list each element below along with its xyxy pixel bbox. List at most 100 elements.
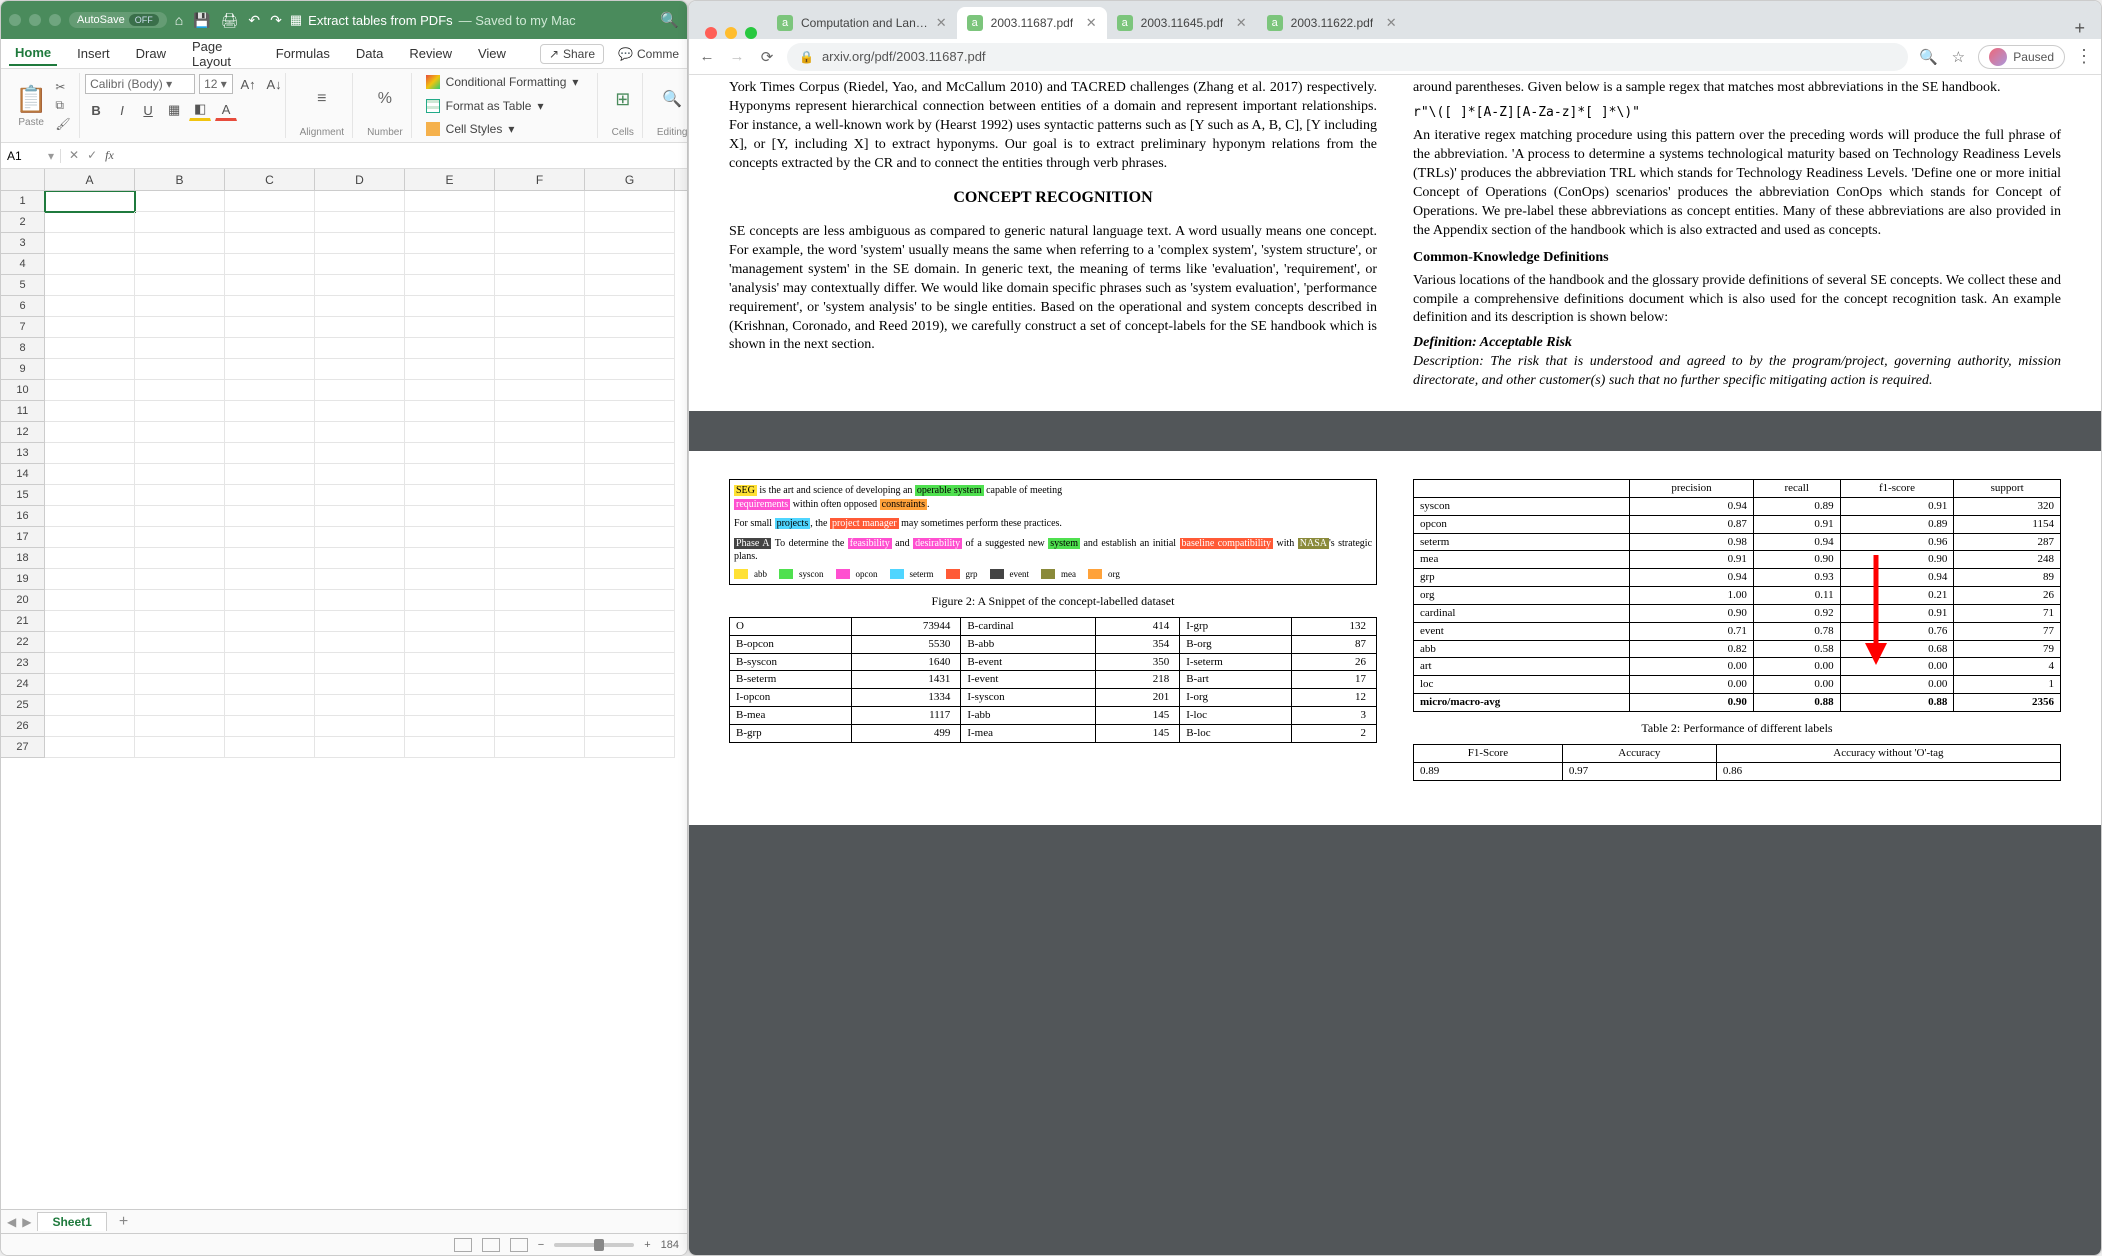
cell[interactable] [495, 674, 585, 695]
cut-icon[interactable]: ✂ [55, 80, 70, 94]
row-header[interactable]: 25 [1, 695, 45, 716]
close-tab-icon[interactable]: ✕ [1086, 15, 1097, 31]
sheet-nav-next-icon[interactable]: ▶ [22, 1215, 31, 1229]
cell[interactable] [405, 632, 495, 653]
row-header[interactable]: 5 [1, 275, 45, 296]
cell[interactable] [135, 191, 225, 212]
cell[interactable] [135, 674, 225, 695]
row-header[interactable]: 14 [1, 464, 45, 485]
cell[interactable] [495, 527, 585, 548]
bold-button[interactable]: B [85, 99, 107, 121]
cell[interactable] [405, 569, 495, 590]
cell[interactable] [405, 674, 495, 695]
column-header[interactable]: F [495, 169, 585, 190]
cell[interactable] [405, 254, 495, 275]
cell[interactable] [315, 464, 405, 485]
cell[interactable] [315, 737, 405, 758]
row-header[interactable]: 18 [1, 548, 45, 569]
zoom-out-icon[interactable]: − [538, 1239, 544, 1251]
cell[interactable] [225, 506, 315, 527]
cell[interactable] [45, 275, 135, 296]
cell[interactable] [405, 485, 495, 506]
column-header[interactable]: A [45, 169, 135, 190]
cell[interactable] [405, 212, 495, 233]
cell[interactable] [45, 338, 135, 359]
cell[interactable] [45, 212, 135, 233]
cell[interactable] [225, 191, 315, 212]
cell[interactable] [585, 653, 675, 674]
cell[interactable] [585, 317, 675, 338]
cell[interactable] [315, 611, 405, 632]
cell[interactable] [405, 737, 495, 758]
cell[interactable] [585, 569, 675, 590]
zoom-icon[interactable] [745, 27, 757, 39]
cell[interactable] [405, 317, 495, 338]
close-icon[interactable] [9, 14, 21, 26]
cell[interactable] [225, 611, 315, 632]
cell[interactable] [405, 716, 495, 737]
cell[interactable] [495, 695, 585, 716]
cell[interactable] [135, 380, 225, 401]
cell[interactable] [135, 296, 225, 317]
cell[interactable] [315, 695, 405, 716]
cell[interactable] [315, 296, 405, 317]
cell[interactable] [315, 212, 405, 233]
cell[interactable] [315, 716, 405, 737]
cell[interactable] [495, 464, 585, 485]
cell[interactable] [495, 380, 585, 401]
row-header[interactable]: 17 [1, 527, 45, 548]
cell[interactable] [495, 443, 585, 464]
cell[interactable] [495, 191, 585, 212]
sheet-tab[interactable]: Sheet1 [37, 1212, 106, 1231]
bookmark-icon[interactable]: ☆ [1948, 48, 1968, 66]
cell[interactable] [585, 527, 675, 548]
cell[interactable] [315, 191, 405, 212]
spreadsheet-grid[interactable]: 1234567891011121314151617181920212223242… [1, 191, 687, 1209]
cell[interactable] [405, 548, 495, 569]
cell[interactable] [495, 317, 585, 338]
cell[interactable] [405, 506, 495, 527]
cell[interactable] [495, 485, 585, 506]
zoom-in-icon[interactable]: + [644, 1239, 650, 1251]
row-header[interactable]: 3 [1, 233, 45, 254]
cell[interactable] [495, 716, 585, 737]
row-header[interactable]: 10 [1, 380, 45, 401]
cell[interactable] [135, 527, 225, 548]
cell[interactable] [135, 506, 225, 527]
page-layout-view-icon[interactable] [482, 1238, 500, 1252]
cell[interactable] [585, 590, 675, 611]
cell[interactable] [315, 380, 405, 401]
cell[interactable] [225, 695, 315, 716]
cell[interactable] [45, 464, 135, 485]
cell[interactable] [495, 653, 585, 674]
cell[interactable] [45, 401, 135, 422]
window-controls[interactable] [695, 27, 767, 39]
cell[interactable] [225, 590, 315, 611]
conditional-formatting-button[interactable]: Conditional Formatting ▾ [426, 73, 579, 91]
forward-button[interactable]: → [727, 48, 747, 65]
column-header[interactable]: D [315, 169, 405, 190]
cell[interactable] [315, 506, 405, 527]
zoom-icon[interactable] [49, 14, 61, 26]
cell[interactable] [495, 401, 585, 422]
cell[interactable] [135, 233, 225, 254]
cell[interactable] [135, 632, 225, 653]
zoom-slider[interactable] [554, 1243, 634, 1247]
zoom-percent[interactable]: 184 [661, 1239, 679, 1251]
comments-button[interactable]: 💬 Comme [618, 47, 679, 61]
cell[interactable] [405, 296, 495, 317]
cell[interactable] [135, 569, 225, 590]
copy-icon[interactable]: ⧉ [55, 98, 70, 113]
cell[interactable] [495, 233, 585, 254]
row-header[interactable]: 6 [1, 296, 45, 317]
normal-view-icon[interactable] [454, 1238, 472, 1252]
window-controls[interactable] [9, 14, 61, 26]
address-bar[interactable]: 🔒 arxiv.org/pdf/2003.11687.pdf [787, 43, 1908, 71]
cell[interactable] [315, 653, 405, 674]
cell[interactable] [405, 338, 495, 359]
cell[interactable] [225, 632, 315, 653]
cell[interactable] [315, 443, 405, 464]
cell[interactable] [315, 422, 405, 443]
cell[interactable] [405, 695, 495, 716]
cell[interactable] [585, 380, 675, 401]
